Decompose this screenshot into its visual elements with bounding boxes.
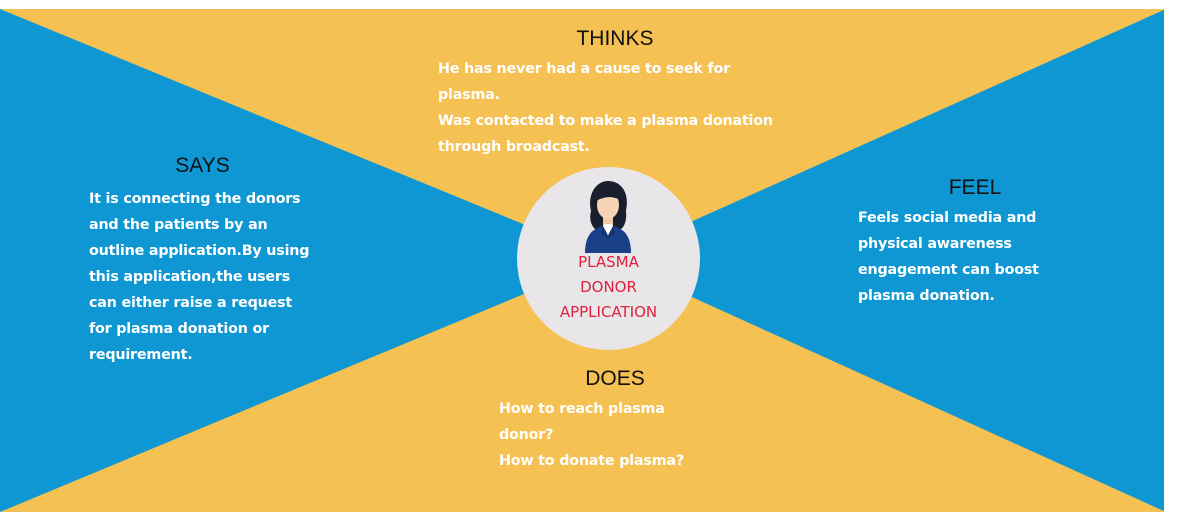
does-line: How to donate plasma? [499,453,684,469]
feel-title: FEEL [948,176,1002,199]
thinks-line: He has never had a cause to seek for [438,61,730,77]
says-line: this application,the users [89,269,291,285]
woman-avatar-icon [585,181,631,253]
says-line: can either raise a request [89,295,293,311]
center-label-line: DONOR [580,278,637,296]
top-border [0,0,1179,9]
does-text: How to reach plasma donor? How to donate… [499,396,730,474]
feel-line: physical awareness [858,236,1012,252]
says-line: and the patients by an [89,217,268,233]
thinks-title: THINKS [576,27,654,50]
feel-line: plasma donation. [858,288,995,304]
thinks-line: through broadcast. [438,139,590,155]
says-title: SAYS [175,154,230,177]
says-line: outline application.By using [89,243,310,259]
center-label: PLASMA DONOR APPLICATION [530,250,687,325]
right-border [1164,0,1179,517]
empathy-map: THINKS He has never had a cause to seek … [0,0,1179,517]
says-line: for plasma donation or [89,321,269,337]
does-line: donor? [499,427,554,443]
feel-line: engagement can boost [858,262,1039,278]
thinks-line: plasma. [438,87,500,103]
does-line: How to reach plasma [499,401,665,417]
says-line: It is connecting the donors [89,191,301,207]
says-text: It is connecting the donors and the pati… [89,186,320,368]
thinks-text: He has never had a cause to seek for pla… [438,56,790,160]
center-label-line: PLASMA [578,253,639,271]
feel-text: Feels social media and physical awarenes… [858,205,1089,309]
feel-line: Feels social media and [858,210,1037,226]
does-title: DOES [585,367,645,390]
center-label-line: APPLICATION [559,303,658,321]
thinks-line: Was contacted to make a plasma donation [438,113,773,129]
says-line: requirement. [89,347,193,363]
